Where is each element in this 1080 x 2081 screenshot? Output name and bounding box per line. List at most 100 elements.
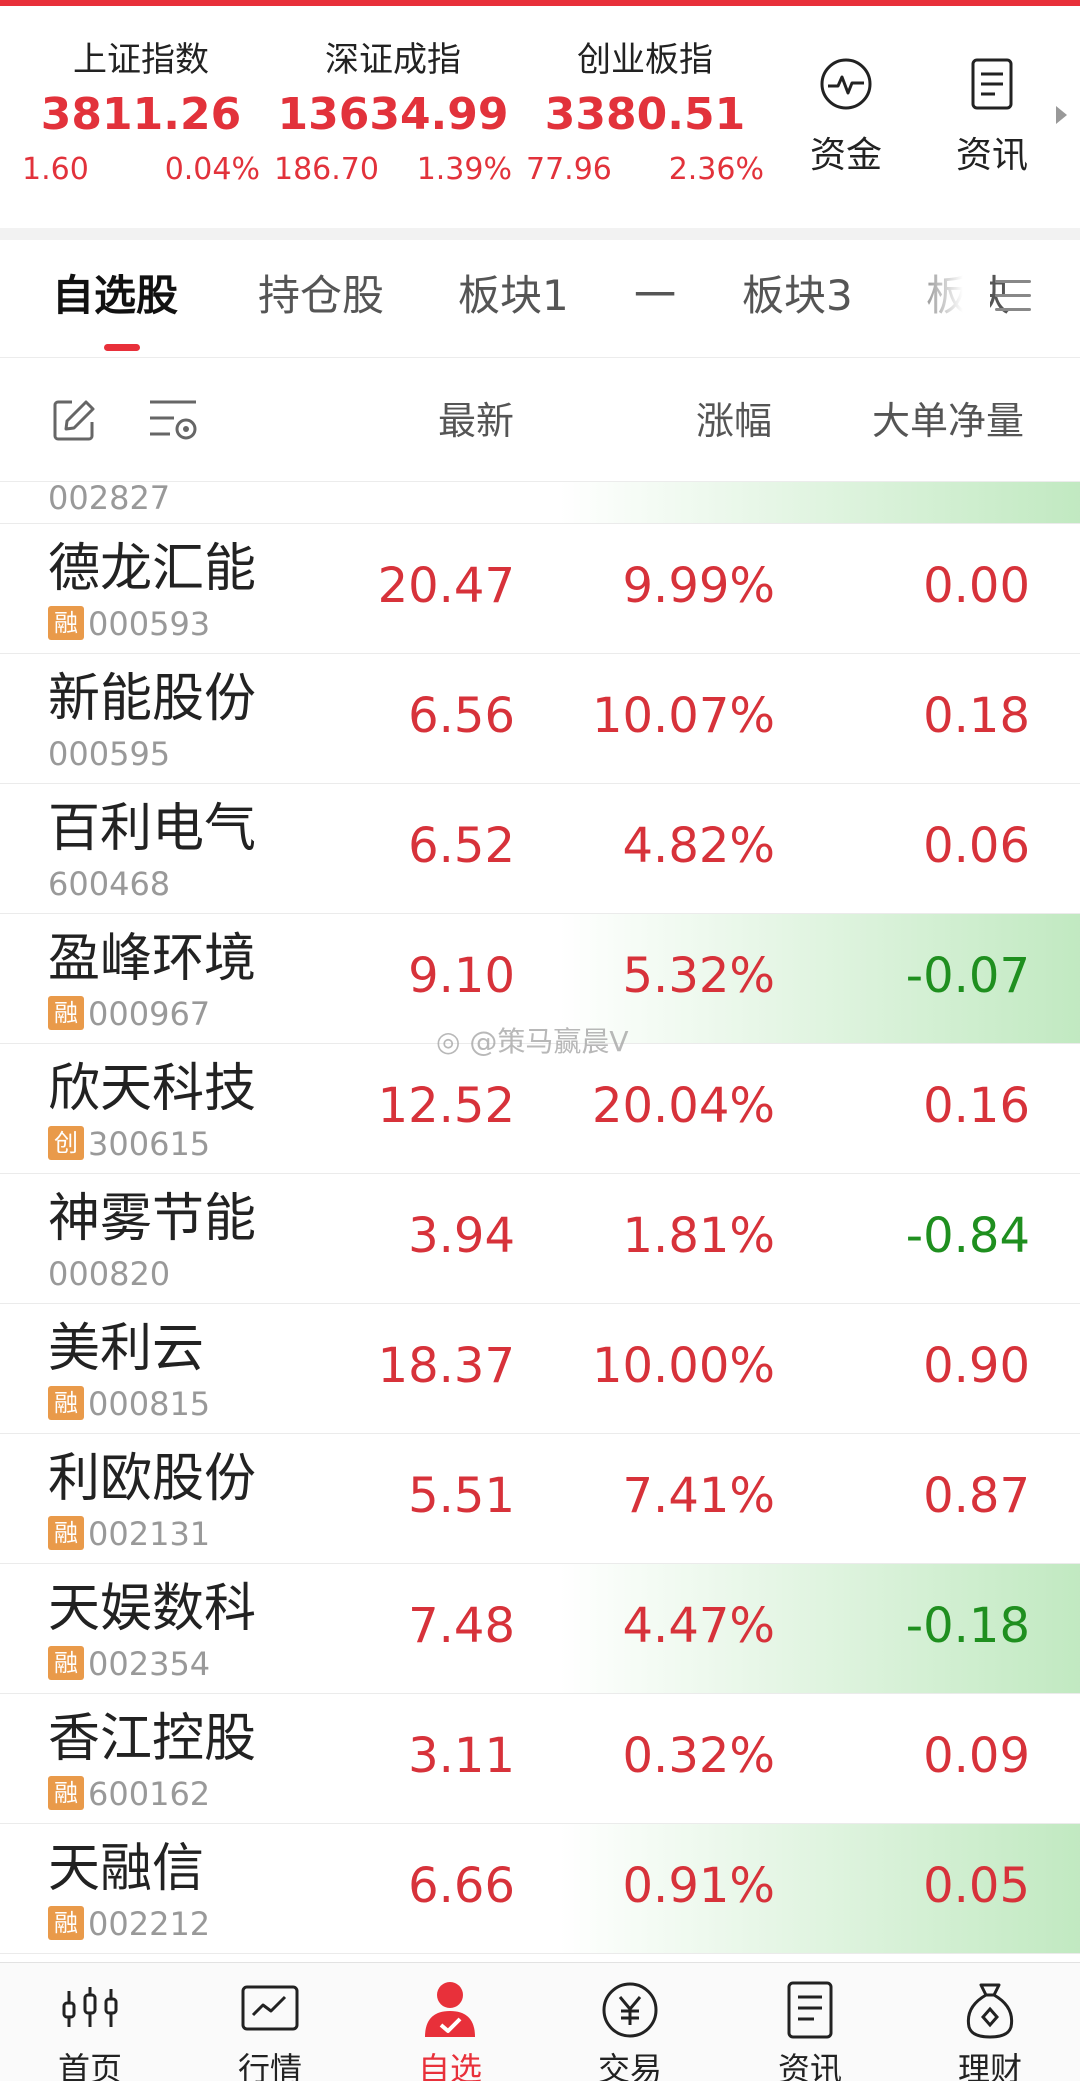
stock-code: 002354 (88, 1645, 211, 1683)
stock-row[interactable]: 利欧股份融 002131 5.51 7.41% 0.87 (0, 1434, 1080, 1564)
stock-code: 000820 (48, 1255, 171, 1293)
stock-row[interactable]: 新能股份 000595 6.56 10.07% 0.18 (0, 654, 1080, 784)
watchlist-tabs: 自选股 持仓股 板块1 一 板块3 板块 (0, 240, 1080, 358)
stock-net-flow: 0.09 (923, 1728, 1030, 1784)
stock-net-flow: 0.00 (923, 558, 1030, 614)
stock-tag-badge: 创 (48, 1126, 84, 1160)
stock-code: 002827 (48, 482, 171, 517)
stock-change-percent: 5.32% (622, 948, 775, 1004)
column-change-percent[interactable]: 涨幅 (696, 396, 772, 446)
stock-name: 天娱数科 (48, 1579, 257, 1639)
nav-watchlist[interactable]: 自选 (375, 1977, 525, 2081)
stock-net-flow: 0.16 (923, 1078, 1030, 1134)
column-net-flow[interactable]: 大单净量 (872, 396, 1024, 446)
stock-change-percent: 10.00% (591, 1338, 775, 1394)
stock-row[interactable]: 香江控股融 600162 3.11 0.32% 0.09 (0, 1694, 1080, 1824)
stock-name: 百利电气 (48, 799, 257, 859)
stock-name: 盈峰环境 (48, 929, 257, 989)
money-bag-icon (966, 1983, 1014, 2039)
watchlist-person-icon (425, 1982, 475, 2037)
nav-news[interactable]: 资讯 (735, 1977, 885, 2081)
stock-change-percent: 9.99% (622, 558, 775, 614)
stock-name: 神雾节能 (48, 1189, 257, 1249)
index-name: 创业板指 (577, 40, 713, 80)
stock-name: 天融信 (48, 1839, 205, 1899)
stock-tag-badge: 融 (48, 1516, 84, 1550)
stock-change-percent: 20.04% (591, 1078, 775, 1134)
stock-change-percent: 4.82% (622, 818, 775, 874)
index-name: 上证指数 (73, 40, 209, 80)
index-shanghai[interactable]: 上证指数 3811.26 1.60 0.04% (16, 38, 266, 190)
index-chinext[interactable]: 创业板指 3380.51 77.96 2.36% (520, 38, 770, 190)
weibo-icon: ◎ (436, 1025, 461, 1058)
stock-change-percent: 10.07% (591, 688, 775, 744)
edit-icon[interactable] (52, 398, 96, 442)
stock-latest-price: 6.56 (408, 688, 515, 744)
stock-row[interactable]: 德龙汇能融 000593 20.47 9.99% 0.00 (0, 524, 1080, 654)
stock-code: 000595 (48, 735, 171, 773)
tab-fade-overlay (900, 260, 990, 330)
stock-row[interactable]: 神雾节能 000820 3.94 1.81% -0.84 (0, 1174, 1080, 1304)
stock-net-flow: -0.07 (905, 948, 1030, 1004)
nav-market[interactable]: 行情 (195, 1977, 345, 2081)
tab-menu-icon[interactable] (995, 280, 1031, 316)
stock-name: 欣天科技 (48, 1059, 257, 1119)
stock-code: 600468 (48, 865, 171, 903)
flow-highlight (560, 482, 1080, 523)
index-header: 上证指数 3811.26 1.60 0.04% 深证成指 13634.99 18… (0, 6, 1080, 228)
stock-tag-badge: 融 (48, 1906, 84, 1940)
news-icon (787, 1981, 833, 2039)
stock-latest-price: 9.10 (408, 948, 515, 1004)
stock-name: 香江控股 (48, 1709, 257, 1769)
stock-change-percent: 0.32% (622, 1728, 775, 1784)
stock-name: 新能股份 (48, 669, 257, 729)
stock-tag-badge: 融 (48, 1386, 84, 1420)
tab-sector-1[interactable]: 板块1 (458, 268, 569, 324)
pulse-icon (820, 58, 872, 110)
tab-watchlist[interactable]: 自选股 (52, 268, 178, 324)
filter-settings-icon[interactable] (148, 396, 200, 444)
stock-latest-price: 6.66 (408, 1858, 515, 1914)
market-icon (241, 1985, 299, 2031)
yuan-icon (602, 1982, 658, 2038)
stock-row[interactable]: 百利电气 600468 6.52 4.82% 0.06 (0, 784, 1080, 914)
stock-row[interactable]: 欣天科技创 300615 12.52 20.04% 0.16 (0, 1044, 1080, 1174)
nav-wealth[interactable]: 理财 (915, 1977, 1065, 2081)
home-chart-icon (62, 1987, 118, 2027)
index-change-points: 186.70 (274, 152, 379, 187)
index-name: 深证成指 (325, 40, 461, 80)
index-shenzhen[interactable]: 深证成指 13634.99 186.70 1.39% (268, 38, 518, 190)
funds-shortcut[interactable]: 资金 (786, 56, 906, 180)
funds-label: 资金 (809, 135, 882, 176)
stock-row[interactable]: 美利云融 000815 18.37 10.00% 0.90 (0, 1304, 1080, 1434)
index-change-points: 77.96 (526, 152, 612, 187)
stock-row[interactable]: 天娱数科融 002354 7.48 4.47% -0.18 (0, 1564, 1080, 1694)
news-shortcut[interactable]: 资讯 (932, 56, 1052, 180)
stock-latest-price: 3.94 (408, 1208, 515, 1264)
stock-net-flow: 0.87 (923, 1468, 1030, 1524)
bottom-navigation: 首页 行情 自选 交易 资讯 理财 (0, 1962, 1080, 2081)
tab-holdings[interactable]: 持仓股 (258, 268, 384, 324)
column-latest[interactable]: 最新 (438, 396, 514, 446)
scroll-right-arrow-icon[interactable] (1056, 106, 1067, 124)
stock-list: 002827 德龙汇能融 000593 20.47 9.99% 0.00 新能股份 0005… (0, 482, 1080, 1962)
stock-change-percent: 0.91% (622, 1858, 775, 1914)
nav-home[interactable]: 首页 (15, 1977, 165, 2081)
stock-net-flow: 0.90 (923, 1338, 1030, 1394)
partial-list-item[interactable]: 002827 (0, 482, 1080, 524)
index-change: 186.70 1.39% (268, 150, 518, 190)
stock-net-flow: 0.18 (923, 688, 1030, 744)
index-value: 3380.51 (544, 89, 746, 140)
tab-sector-2[interactable]: 一 (634, 268, 676, 324)
nav-trade[interactable]: 交易 (555, 1977, 705, 2081)
stock-net-flow: 0.06 (923, 818, 1030, 874)
index-change-percent: 0.04% (164, 152, 260, 187)
stock-code: 002212 (88, 1905, 211, 1943)
nav-label: 交易 (597, 2050, 662, 2081)
tab-sector-3[interactable]: 板块3 (742, 268, 853, 324)
stock-row[interactable]: 天融信融 002212 6.66 0.91% 0.05 (0, 1824, 1080, 1954)
section-divider (0, 228, 1080, 240)
column-header: 最新 涨幅 大单净量 (0, 358, 1080, 482)
active-tab-indicator (104, 344, 140, 351)
index-value: 13634.99 (277, 89, 509, 140)
